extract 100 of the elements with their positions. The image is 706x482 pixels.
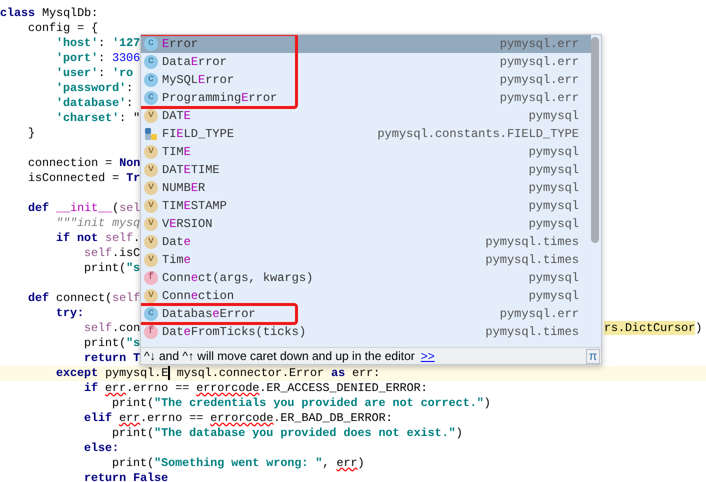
code-token: self [105,231,134,245]
completion-source: pymysql [528,270,579,287]
completion-source: pymysql.err [500,90,579,107]
class-icon: c [144,37,158,51]
completion-name: NUMBER [162,180,206,197]
code-token: pymysql.E [104,366,168,380]
code-token: "s [126,261,140,275]
completion-source: pymysql [528,108,579,125]
code-token: isConnected = [28,171,120,185]
completion-source: pymysql.err [500,54,579,71]
completion-item[interactable]: v VERSION pymysql [141,215,591,233]
code-token: : [98,66,106,80]
code-token: .errno == [140,411,204,425]
code-token: errorcode [210,411,274,425]
code-token: self [84,321,112,335]
code-token: , [322,456,330,470]
code-token: : [126,96,134,110]
completion-name: Time [162,252,191,269]
completion-item[interactable]: v Time pymysql.times [141,251,591,269]
completion-source: pymysql.err [500,306,579,323]
code-token: .errno == [126,381,190,395]
code-token: "The credentials you provided are not correct." [154,396,484,410]
completion-item[interactable]: c ProgrammingError pymysql.err [141,89,591,107]
completion-item[interactable]: v Connection pymysql [141,287,591,305]
code-token: .ER_ACCESS_DENIED_ERROR: [259,381,428,395]
code-token: print( [112,456,154,470]
completion-item[interactable]: v DATE pymysql [141,107,591,125]
completion-source: pymysql [528,198,579,215]
code-token: if not [56,231,100,245]
hint-text: ^↓ and ^↑ will move caret down and up in the editor [144,348,415,365]
code-token: err [119,411,140,425]
completion-source: pymysql.times [485,252,579,269]
code-token: 'charset' [56,111,120,125]
completion-item[interactable]: c DataError pymysql.err [141,53,591,71]
code-token: 'host' [56,36,98,50]
code-token: as [331,366,346,380]
code-token: print( [84,261,126,275]
completion-item[interactable]: c DatabaseError pymysql.err [141,305,591,323]
code-token: ) [358,456,365,470]
code-token: : [98,36,106,50]
code-token: : " [119,111,140,125]
code-token: return T [84,351,140,365]
class-icon: c [144,307,158,321]
code-token: errorcode [196,381,260,395]
code-token: ( [112,201,120,215]
code-token: 'password' [56,81,126,95]
completion-source: pymysql [528,162,579,179]
class-icon: c [144,91,158,105]
code-token: : [126,81,134,95]
code-token: __init__ [56,201,112,215]
completion-item[interactable]: v TIMESTAMP pymysql [141,197,591,215]
completion-source: pymysql.err [500,36,579,53]
code-token: if [84,381,100,395]
scrollbar-thumb[interactable] [591,37,599,243]
completion-item[interactable]: f DateFromTicks(ticks) pymysql.times [141,323,591,341]
code-token: config = { [28,21,98,35]
completion-name: Date [162,234,191,251]
code-token: . [133,231,140,245]
code-token: def [28,201,50,215]
class-icon: c [144,55,158,69]
code-token: print( [112,396,154,410]
completion-item[interactable]: f Connect(args, kwargs) pymysql [141,269,591,287]
function-icon: f [144,271,158,285]
code-token: print( [84,336,126,350]
pi-button[interactable]: π [586,348,600,364]
variable-icon: v [144,181,158,195]
completion-source: pymysql [528,180,579,197]
variable-icon: v [144,199,158,213]
completion-item[interactable]: c Error pymysql.err [141,35,591,53]
variable-icon: v [144,109,158,123]
code-token: 'port' [56,51,98,65]
completion-item[interactable]: FIELD_TYPE pymysql.constants.FIELD_TYPE [141,125,591,143]
variable-icon: v [144,253,158,267]
code-token: ) [456,426,463,440]
completion-name: DataError [162,54,227,71]
completion-source: pymysql.times [485,234,579,251]
completion-item[interactable]: v Date pymysql.times [141,233,591,251]
code-token: try: [56,306,84,320]
code-token: Tr [126,171,140,185]
more-link[interactable]: >> [420,347,435,365]
completion-item[interactable]: v TIME pymysql [141,143,591,161]
completion-name: MySQLError [162,72,234,89]
completion-item[interactable]: v NUMBER pymysql [141,179,591,197]
completion-source: pymysql.times [485,324,579,341]
completion-item[interactable]: c MySQLError pymysql.err [141,71,591,89]
code-token: print( [112,426,154,440]
code-token: MysqlDb: [41,6,98,20]
code-token: "Something went wrong: " [154,456,322,470]
code-token: : [98,51,106,65]
variable-icon: v [144,217,158,231]
code-token: ) [695,321,702,335]
completion-name: TIMESTAMP [162,198,227,215]
function-icon: f [144,325,158,339]
variable-icon: v [144,145,158,159]
code-token: 3306 [112,51,140,65]
completion-name: Connection [162,288,234,305]
variable-icon: v [144,163,158,177]
code-token: class [0,6,36,20]
completion-source: pymysql [528,288,579,305]
completion-item[interactable]: v DATETIME pymysql [141,161,591,179]
